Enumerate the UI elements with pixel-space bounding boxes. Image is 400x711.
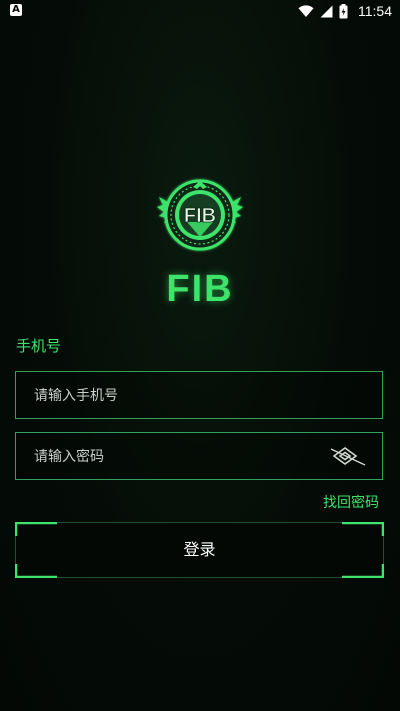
signal-icon bbox=[320, 5, 333, 17]
phone-field bbox=[15, 371, 383, 420]
wifi-icon bbox=[298, 4, 314, 17]
fib-emblem-icon: FIB bbox=[157, 179, 243, 251]
status-bar: A 11:54 bbox=[0, 0, 400, 22]
password-field bbox=[15, 432, 383, 481]
login-screen: A 11:54 FIB FIB 手机号 请输入手机号 找回密码 登录 bbox=[0, 0, 400, 711]
login-button[interactable]: 登录 bbox=[15, 522, 384, 578]
battery-icon bbox=[339, 3, 348, 18]
status-icons: 11:54 bbox=[298, 0, 392, 22]
password-input[interactable] bbox=[32, 433, 336, 481]
login-button-label: 登录 bbox=[183, 540, 216, 559]
forgot-password-link[interactable]: 找回密码 bbox=[323, 492, 379, 512]
eye-hidden-icon[interactable] bbox=[328, 443, 368, 469]
phone-input[interactable] bbox=[32, 372, 336, 420]
status-time: 11:54 bbox=[358, 3, 392, 19]
phone-label: 手机号 bbox=[16, 337, 62, 355]
a-notification-icon: A bbox=[10, 4, 22, 16]
logo-text: FIB bbox=[184, 205, 216, 227]
brand-title: FIB bbox=[166, 268, 234, 310]
